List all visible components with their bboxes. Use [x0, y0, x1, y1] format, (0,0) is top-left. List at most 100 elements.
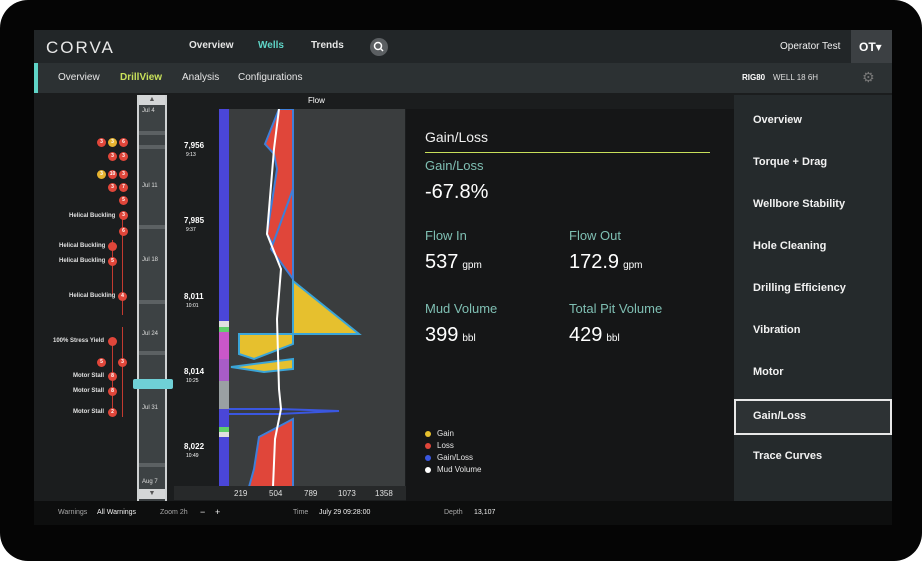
menu-item-torque-drag[interactable]: Torque + Drag	[734, 145, 892, 181]
event-badge[interactable]: 3	[119, 170, 128, 179]
timeline-date: Jul 11	[142, 183, 158, 189]
time-value: July 29 09:28:00	[319, 509, 371, 516]
event-badge[interactable]: 6	[119, 227, 128, 236]
scroll-down-icon[interactable]: ▼	[139, 489, 165, 499]
top-nav: CORVA Overview Wells Trends Operator Tes…	[34, 30, 892, 63]
event-badge[interactable]: 3	[119, 152, 128, 161]
subnav-analysis[interactable]: Analysis	[182, 72, 219, 83]
activity-segment	[219, 432, 229, 437]
subnav-configurations[interactable]: Configurations	[238, 72, 302, 83]
strip-band	[139, 300, 165, 304]
event-badge[interactable]: 3	[118, 358, 127, 367]
event-badge[interactable]: 8	[108, 387, 117, 396]
event-badge[interactable]: 3	[97, 170, 106, 179]
warnings-dropdown[interactable]: All Warnings	[97, 509, 136, 516]
mud-volume-metric: 399 bbl	[425, 324, 476, 347]
axis-tick: 1073	[338, 489, 356, 498]
menu-item-drilling-efficiency[interactable]: Drilling Efficiency	[734, 271, 892, 307]
legend-dot	[425, 430, 431, 437]
event-badge[interactable]: 4	[118, 292, 127, 301]
event-stem	[122, 327, 123, 417]
depth-value: 13,107	[474, 509, 496, 516]
strip-band	[139, 351, 165, 355]
gear-icon[interactable]: ⚙	[862, 69, 875, 86]
flow-chart-title: Flow	[308, 96, 325, 105]
scroll-up-icon[interactable]: ▲	[139, 95, 165, 105]
legend-dot	[425, 466, 431, 473]
menu-item-gain-loss[interactable]: Gain/Loss	[734, 399, 892, 435]
menu-item-hole-cleaning[interactable]: Hole Cleaning	[734, 229, 892, 265]
search-button[interactable]	[370, 38, 388, 56]
event-badge[interactable]: 5	[119, 196, 128, 205]
mud-volume-value: 399	[425, 324, 459, 346]
menu-item-motor[interactable]: Motor	[734, 355, 892, 391]
status-bar: Warnings All Warnings Zoom 2h − + Time J…	[34, 501, 892, 525]
event-badge[interactable]: 8	[108, 372, 117, 381]
activity-segment	[219, 381, 229, 409]
event-badge[interactable]: 3	[97, 138, 106, 147]
event-label: Motor Stall	[73, 409, 104, 415]
timeline-date: Jul 31	[142, 405, 159, 411]
zoom-in-button[interactable]: +	[215, 507, 220, 517]
flow-out-label: Flow Out	[569, 228, 622, 243]
menu-item-trace-curves[interactable]: Trace Curves	[734, 439, 892, 475]
event-label: 100% Stress Yield	[53, 338, 105, 344]
strip-band	[139, 131, 165, 135]
scroll-handle[interactable]	[133, 379, 173, 389]
nav-wells[interactable]: Wells	[258, 40, 284, 51]
event-dot[interactable]	[108, 337, 117, 346]
time-label: Time	[293, 509, 309, 516]
nav-overview[interactable]: Overview	[189, 40, 233, 51]
event-badge[interactable]: 5	[97, 358, 106, 367]
total-pit-volume-label: Total Pit Volume	[569, 301, 663, 316]
sub-nav: Overview DrillView Analysis Configuratio…	[34, 63, 892, 93]
activity-segment	[219, 359, 229, 381]
search-icon	[373, 41, 384, 52]
depth-time: 9:37	[186, 227, 196, 233]
event-label: Helical Buckling	[69, 213, 116, 219]
subnav-drillview[interactable]: DrillView	[120, 72, 162, 83]
warnings-label: Warnings	[58, 509, 88, 516]
depth-label: Depth	[444, 509, 463, 516]
user-menu-button[interactable]: OT▾	[851, 30, 892, 63]
zoom-label: Zoom 2h	[160, 509, 188, 516]
event-badge[interactable]: 3	[119, 211, 128, 220]
mud-volume-unit: bbl	[462, 333, 476, 344]
event-badge[interactable]: 3	[108, 138, 117, 147]
event-label: Motor Stall	[73, 373, 104, 379]
event-badge[interactable]: 3	[108, 152, 117, 161]
zoom-out-button[interactable]: −	[200, 507, 205, 517]
event-dot[interactable]	[108, 242, 117, 251]
flow-in-label: Flow In	[425, 228, 467, 243]
axis-tick: 219	[234, 489, 248, 498]
timeline-date: Aug 7	[142, 479, 158, 485]
event-badge[interactable]: 2	[108, 408, 117, 417]
legend-gain: Gain	[425, 429, 454, 438]
app-screen: CORVA Overview Wells Trends Operator Tes…	[34, 30, 892, 525]
event-badge[interactable]: 10	[108, 170, 117, 179]
nav-trends[interactable]: Trends	[311, 40, 344, 51]
menu-item-overview[interactable]: Overview	[734, 103, 892, 139]
flow-in-value: 537	[425, 251, 459, 273]
event-badge[interactable]: 5	[108, 257, 117, 266]
gain-loss-panel: Gain/Loss Gain/Loss -67.8% Flow In 537 gp…	[406, 109, 734, 501]
menu-item-wellbore-stability[interactable]: Wellbore Stability	[734, 187, 892, 223]
legend-loss: Loss	[425, 441, 454, 450]
user-name[interactable]: Operator Test	[780, 41, 840, 52]
event-badge[interactable]: 7	[119, 183, 128, 192]
menu-item-vibration[interactable]: Vibration	[734, 313, 892, 349]
timeline-scrollbar[interactable]: ▲ Jul 4 Jul 11 Jul 18 Jul 24 Jul 31 Aug …	[133, 95, 173, 501]
flow-out-unit: gpm	[623, 260, 643, 271]
flow-out-metric: 172.9 gpm	[569, 251, 643, 274]
gain-loss-value: -67.8%	[425, 181, 489, 203]
timeline-date: Jul 18	[142, 257, 159, 263]
event-badge[interactable]: 6	[119, 138, 128, 147]
axis-tick: 1358	[375, 489, 393, 498]
depth-column: 7,956 9:13 7,985 9:37 8,011 10:01 8,014 …	[171, 95, 219, 495]
subnav-overview[interactable]: Overview	[58, 72, 100, 83]
event-badge[interactable]: 3	[108, 183, 117, 192]
axis-tick: 789	[304, 489, 318, 498]
total-pit-volume-value: 429	[569, 324, 603, 346]
activity-segment	[219, 332, 229, 359]
depth-value: 8,022	[184, 442, 205, 451]
